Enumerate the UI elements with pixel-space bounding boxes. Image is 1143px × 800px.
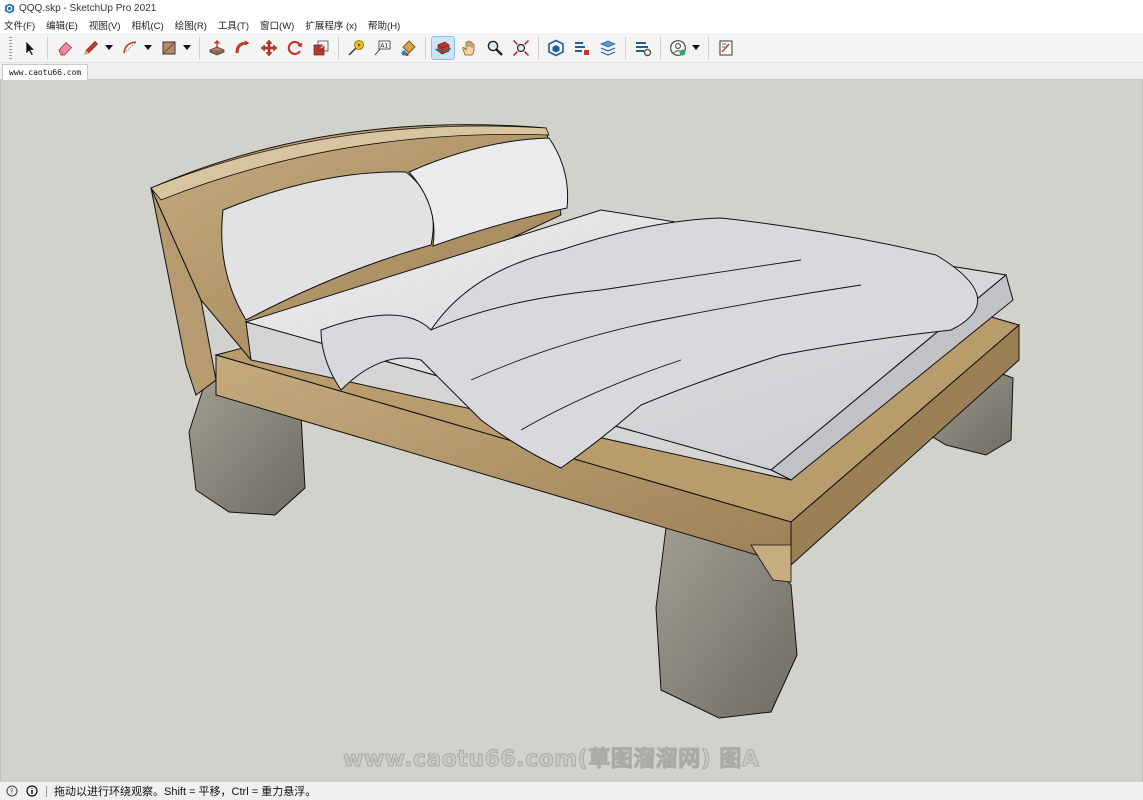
drawing-viewport[interactable]: [0, 80, 1143, 781]
title-bar: QQQ.skp - SketchUp Pro 2021: [0, 0, 1143, 17]
push-pull-icon: [209, 39, 225, 55]
follow-me-tool-button[interactable]: [232, 37, 254, 59]
select-tool-button[interactable]: [19, 37, 41, 59]
warehouse-tool-button[interactable]: [545, 37, 567, 59]
pan-tool-button[interactable]: [458, 37, 480, 59]
toolbar-separator: [708, 36, 709, 59]
extension-warehouse-icon: [575, 41, 589, 55]
send-to-layout-icon: [719, 40, 733, 55]
chevron-down-icon: [105, 44, 113, 50]
arc-tool-dropdown[interactable]: [143, 37, 153, 59]
scale-tool-button[interactable]: [310, 37, 332, 59]
bed-model-scene: [150, 124, 1021, 719]
main-toolbar: A1: [0, 33, 1143, 63]
menu-draw[interactable]: 绘图(R): [175, 18, 207, 32]
text-icon: A1: [374, 40, 391, 55]
send-to-layout-tool-button[interactable]: [715, 37, 737, 59]
orbit-tool-button[interactable]: [431, 35, 455, 60]
scene-tab[interactable]: www.caotu66.com: [2, 64, 89, 80]
extension-manager-tool-button[interactable]: [632, 37, 654, 59]
scale-icon: [313, 40, 329, 55]
toolbar-separator: [47, 36, 48, 59]
hand-icon: [462, 40, 475, 55]
menu-window[interactable]: 窗口(W): [260, 18, 294, 32]
eraser-tool-button[interactable]: [54, 37, 76, 59]
text-tool-button[interactable]: A1: [371, 37, 393, 59]
toolbar-separator: [625, 36, 626, 59]
menu-camera[interactable]: 相机(C): [131, 18, 163, 32]
rotate-icon: [287, 40, 303, 55]
rectangle-tool-button[interactable]: [158, 37, 180, 59]
layout-tool-button[interactable]: [597, 37, 619, 59]
arc-icon: [123, 40, 137, 53]
menu-bar: 文件(F) 编辑(E) 视图(V) 相机(C) 绘图(R) 工具(T) 窗口(W…: [0, 17, 1143, 33]
svg-text:A1: A1: [380, 42, 388, 49]
toolbar-separator: [199, 36, 200, 59]
info-icon[interactable]: [26, 785, 38, 797]
zoom-extents-tool-button[interactable]: [510, 37, 532, 59]
rectangle-tool-dropdown[interactable]: [182, 37, 192, 59]
arc-tool-button[interactable]: [119, 37, 141, 59]
chevron-down-icon: [183, 44, 191, 50]
rotate-tool-button[interactable]: [284, 37, 306, 59]
menu-view[interactable]: 视图(V): [89, 18, 121, 32]
move-tool-button[interactable]: [258, 37, 280, 59]
menu-tools[interactable]: 工具(T): [218, 18, 249, 32]
tape-measure-icon: [348, 39, 364, 56]
orbit-icon: [435, 41, 452, 54]
eraser-icon: [58, 41, 73, 56]
3d-warehouse-icon: [548, 39, 564, 56]
move-icon: [260, 39, 278, 56]
status-divider: [46, 785, 47, 797]
geolocation-icon[interactable]: ?: [6, 785, 18, 797]
account-dropdown[interactable]: [691, 37, 701, 59]
menu-edit[interactable]: 编辑(E): [46, 18, 78, 32]
follow-me-icon: [235, 40, 250, 53]
extension-manager-icon: [636, 41, 652, 56]
window-title: QQQ.skp - SketchUp Pro 2021: [19, 3, 157, 14]
menu-file[interactable]: 文件(F): [4, 18, 35, 32]
scene-tab-bar: www.caotu66.com: [0, 63, 1143, 80]
account-tool-button[interactable]: [667, 37, 689, 59]
zoom-tool-button[interactable]: [484, 37, 506, 59]
toolbar-separator: [538, 36, 539, 59]
pencil-icon: [84, 40, 98, 55]
watermark-text: www.caotu66.com(草图溜溜网) 图A: [342, 747, 760, 773]
toolbar-separator: [425, 36, 426, 59]
account-icon: [670, 39, 686, 56]
menu-extensions[interactable]: 扩展程序 (x): [305, 18, 357, 32]
magnifier-icon: [487, 40, 503, 56]
line-tool-dropdown[interactable]: [104, 37, 114, 59]
status-bar: ? 拖动以进行环绕观察。Shift = 平移，Ctrl = 重力悬浮。: [0, 781, 1143, 800]
svg-text:?: ?: [10, 788, 14, 796]
sketchup-logo-icon: [4, 3, 15, 14]
toolbar-separator: [660, 36, 661, 59]
rectangle-icon: [162, 41, 176, 54]
arrow-cursor-icon: [25, 39, 36, 56]
extension-warehouse-tool-button[interactable]: [571, 37, 593, 59]
paint-bucket-tool-button[interactable]: [397, 37, 419, 59]
status-message: 拖动以进行环绕观察。Shift = 平移，Ctrl = 重力悬浮。: [54, 786, 317, 798]
line-tool-button[interactable]: [80, 37, 102, 59]
chevron-down-icon: [692, 44, 700, 50]
push-pull-tool-button[interactable]: [206, 37, 228, 59]
zoom-extents-icon: [512, 39, 530, 56]
toolbar-grip[interactable]: [9, 36, 12, 59]
chevron-down-icon: [144, 44, 152, 50]
layout-icon: [600, 40, 616, 56]
menu-help[interactable]: 帮助(H): [368, 18, 400, 32]
toolbar-separator: [338, 36, 339, 59]
paint-bucket-icon: [401, 39, 416, 56]
tape-measure-tool-button[interactable]: [345, 37, 367, 59]
